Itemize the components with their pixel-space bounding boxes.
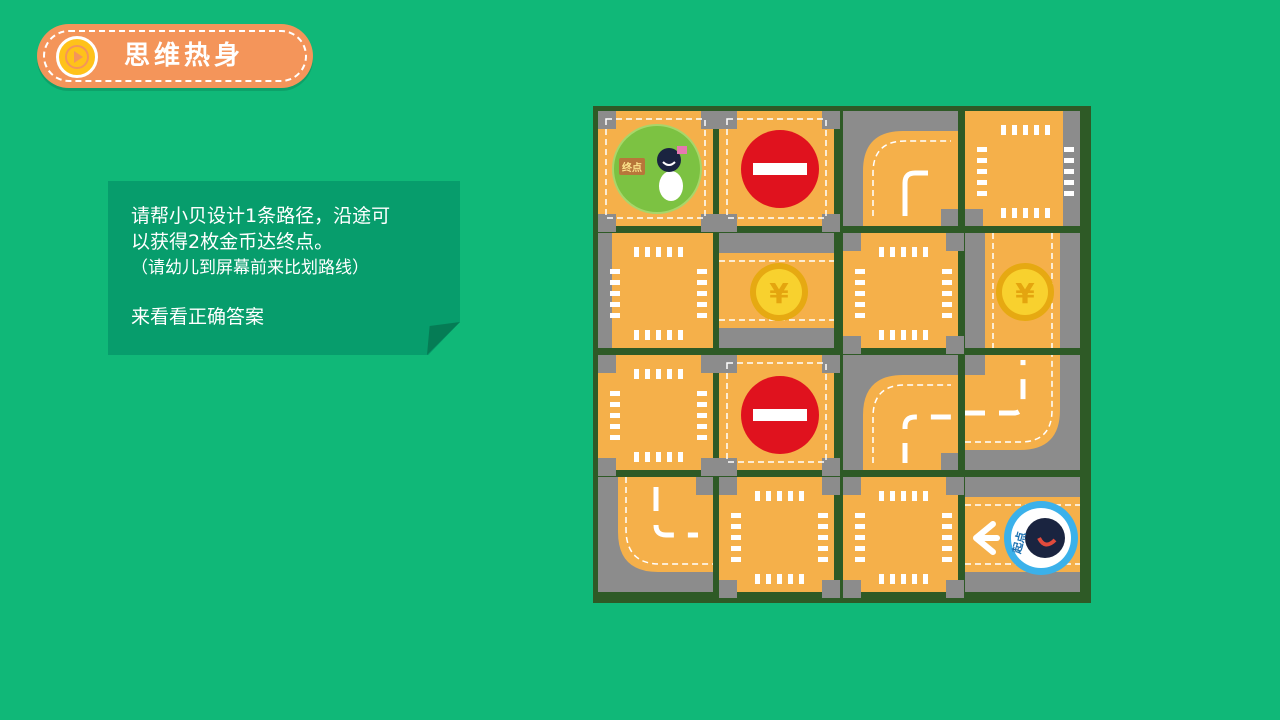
tile-crossroad [843,477,964,598]
answer-link[interactable]: 来看看正确答案 [131,304,451,330]
tile-curve [598,477,713,592]
finish-badge-icon: 终点 [612,124,702,214]
svg-text:¥: ¥ [1015,277,1035,310]
puzzle-board: ¥ ¥ 终点 起点 [593,106,1091,603]
no-entry-sign-icon [741,376,819,454]
start-badge-icon[interactable]: 起点 [1004,501,1078,575]
tile-curve [965,355,1080,470]
instruction-hint: （请幼儿到屏幕前来比划路线） [131,258,369,278]
tile-crossroad [719,477,840,598]
coin-icon: ¥ [996,263,1054,321]
page-title: 思维热身 [124,41,245,71]
tile-crossroad [965,111,1080,226]
tile-curve [843,355,958,470]
svg-text:¥: ¥ [769,277,789,310]
no-entry-sign-icon [741,130,819,208]
coin-icon: ¥ [750,263,808,321]
tile-crossroad [598,233,713,348]
play-icon[interactable] [56,36,98,78]
instruction-line: 请帮小贝设计1条路径，沿途可 [131,205,391,227]
instruction-text: 请帮小贝设计1条路径，沿途可 以获得2枚金币达终点。 （请幼儿到屏幕前来比划路线… [131,203,451,330]
instruction-line: 以获得2枚金币达终点。 [131,231,334,253]
svg-text:终点: 终点 [622,161,642,174]
tile-crossroad [843,233,964,354]
tile-curve [843,111,958,226]
tile-crossroad [598,355,719,476]
